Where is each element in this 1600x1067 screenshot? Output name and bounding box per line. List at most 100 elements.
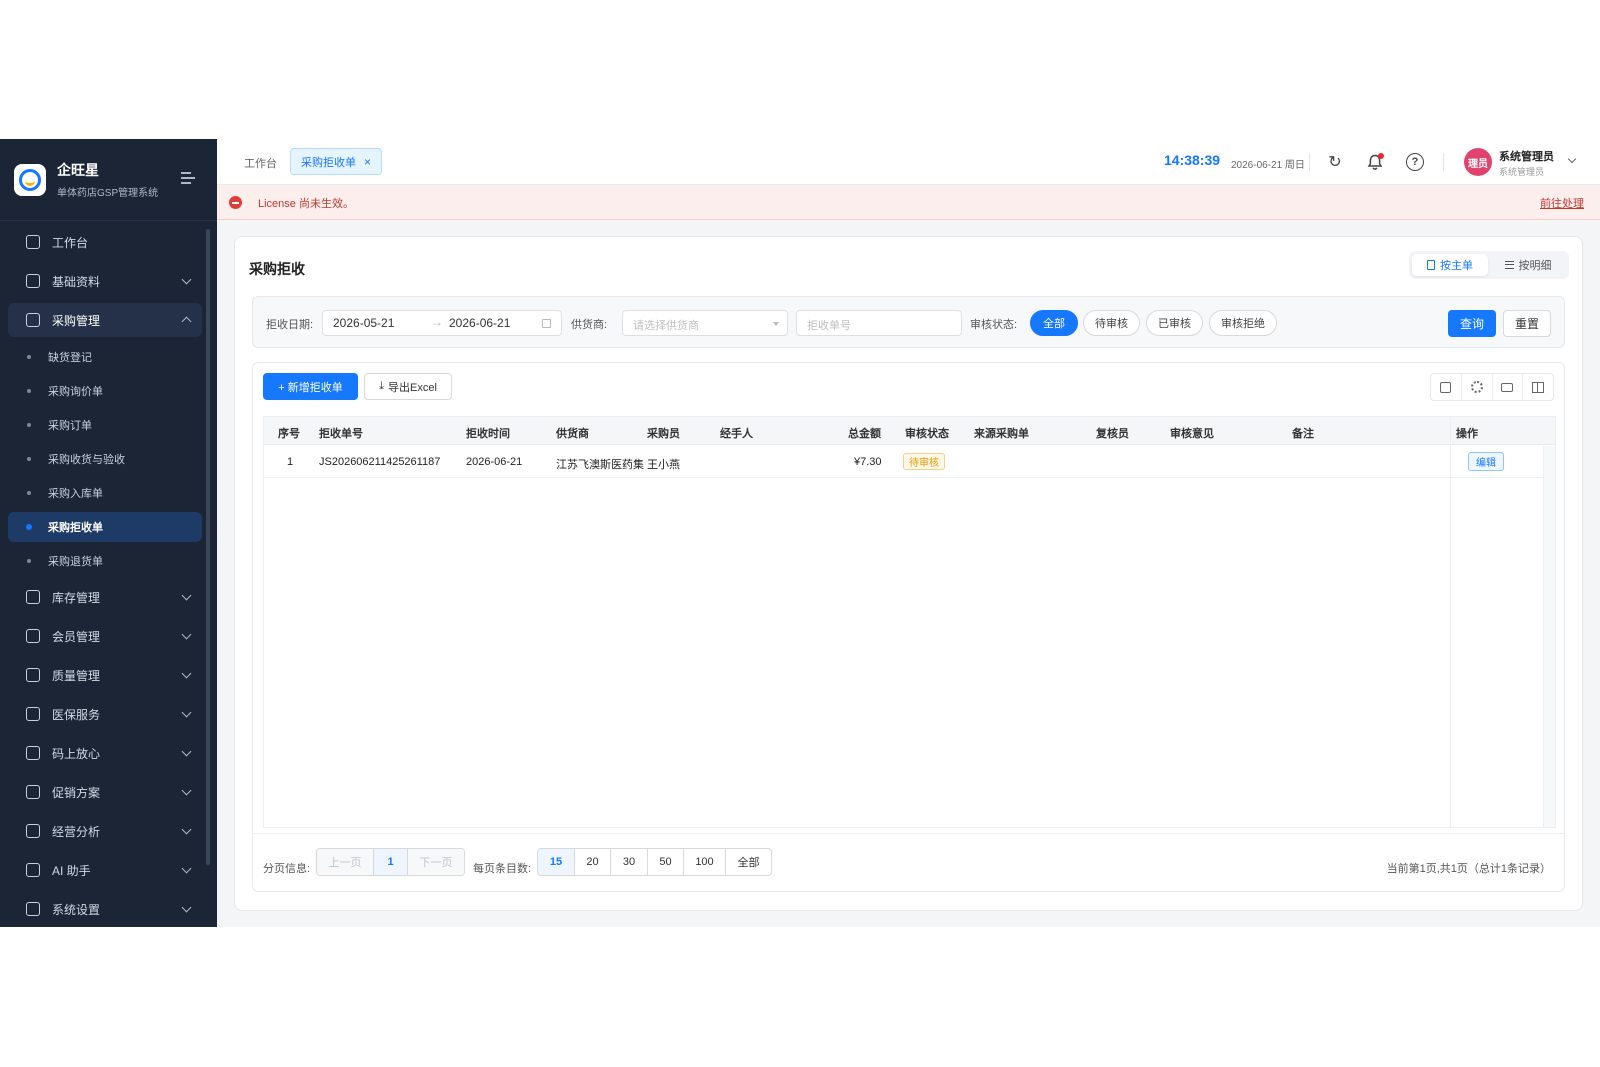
sidebar-item-insurance[interactable]: 医保服务 bbox=[8, 697, 202, 731]
sidebar-item-label: 系统设置 bbox=[52, 902, 101, 917]
bell-icon[interactable] bbox=[1365, 152, 1385, 172]
page-size-option[interactable]: 100 bbox=[684, 849, 726, 875]
tab-label: 采购拒收单 bbox=[301, 156, 356, 169]
sidebar-item-label: AI 助手 bbox=[52, 863, 91, 878]
print-icon[interactable] bbox=[1493, 374, 1524, 400]
sidebar-item-inventory[interactable]: 库存管理 bbox=[8, 580, 202, 614]
export-excel-label: 导出Excel bbox=[387, 381, 437, 394]
robot-icon bbox=[26, 863, 40, 877]
brand: 企旺星 单体药店GSP管理系统 bbox=[0, 139, 217, 221]
status-filter-all[interactable]: 全部 bbox=[1030, 310, 1078, 336]
cell-supplier: 江苏飞澳斯医药集 bbox=[556, 459, 644, 471]
add-rejection-button[interactable]: + 新增拒收单 bbox=[263, 373, 358, 400]
chevron-down-icon bbox=[181, 590, 192, 601]
user-name[interactable]: 系统管理员 bbox=[1499, 148, 1554, 164]
page-size-option[interactable]: 全部 bbox=[726, 849, 771, 875]
settings-icon[interactable] bbox=[1462, 374, 1493, 400]
page-size-option[interactable]: 20 bbox=[575, 849, 611, 875]
table-panel: + 新增拒收单 ⤓ 导出Excel 序号 拒收单号 拒收时间 供货商 采购员 经… bbox=[252, 362, 1566, 892]
sidebar-subitem-rejection[interactable]: 采购拒收单 bbox=[8, 512, 202, 542]
sidebar-item-trace-code[interactable]: 码上放心 bbox=[8, 736, 202, 770]
sidebar-item-workbench[interactable]: 工作台 bbox=[8, 225, 202, 259]
sidebar-item-label: 医保服务 bbox=[52, 707, 101, 722]
license-alert: License 尚未生效。 前往处理 bbox=[217, 185, 1600, 220]
status-filter-approved[interactable]: 已审核 bbox=[1146, 310, 1203, 336]
sidebar-item-promotion[interactable]: 促销方案 bbox=[8, 775, 202, 809]
page-size-option[interactable]: 15 bbox=[538, 849, 575, 875]
sidebar-item-basic-data[interactable]: 基础资料 bbox=[8, 264, 202, 298]
chevron-down-icon bbox=[181, 746, 192, 757]
next-page-button[interactable]: 下一页 bbox=[408, 849, 464, 875]
error-icon bbox=[229, 196, 242, 209]
caret-down-icon bbox=[773, 322, 779, 326]
rejection-number-input[interactable]: 拒收单号 bbox=[796, 310, 962, 336]
view-mode-toggle: 按主单 按明细 bbox=[1409, 251, 1569, 279]
date-start[interactable]: 2026-05-21 bbox=[333, 316, 394, 330]
sidebar-item-label: 促销方案 bbox=[52, 785, 101, 800]
status-filter-pending[interactable]: 待审核 bbox=[1083, 310, 1140, 336]
sidebar-item-settings[interactable]: 系统设置 bbox=[8, 892, 202, 926]
prev-page-button[interactable]: 上一页 bbox=[317, 849, 374, 875]
sidebar-item-analysis[interactable]: 经营分析 bbox=[8, 814, 202, 848]
document-icon bbox=[1427, 260, 1435, 270]
query-button[interactable]: 查询 bbox=[1448, 310, 1496, 337]
sidebar-scrollbar[interactable] bbox=[206, 229, 210, 865]
sidebar-item-quality[interactable]: 质量管理 bbox=[8, 658, 202, 692]
divider bbox=[1443, 153, 1444, 171]
view-by-main-button[interactable]: 按主单 bbox=[1412, 254, 1488, 276]
supplier-select[interactable]: 请选择供货商 bbox=[622, 310, 788, 336]
page-size-option[interactable]: 50 bbox=[648, 849, 684, 875]
sidebar-subitem-return[interactable]: 采购退货单 bbox=[8, 546, 202, 576]
tab-workbench[interactable]: 工作台 bbox=[244, 155, 277, 171]
date-range-picker[interactable]: 2026-05-21 → 2026-06-21 bbox=[322, 310, 562, 336]
help-icon[interactable]: ? bbox=[1405, 152, 1425, 172]
cell-time: 2026-06-21 bbox=[466, 456, 523, 468]
chevron-down-icon[interactable] bbox=[1567, 154, 1577, 164]
chevron-down-icon bbox=[181, 629, 192, 640]
download-icon: ⤓ bbox=[379, 380, 384, 392]
chevron-down-icon bbox=[181, 274, 192, 285]
col-source: 来源采购单 bbox=[974, 428, 1029, 440]
arrow-right-icon: → bbox=[431, 315, 443, 329]
refresh-icon[interactable]: ↻ bbox=[1325, 152, 1345, 172]
view-by-detail-button[interactable]: 按明细 bbox=[1490, 254, 1566, 276]
page-number-button[interactable]: 1 bbox=[374, 849, 408, 875]
sidebar-item-ai-assistant[interactable]: AI 助手 bbox=[8, 853, 202, 887]
reset-button[interactable]: 重置 bbox=[1503, 310, 1551, 337]
sidebar-menu: 工作台 基础资料 采购管理 缺货登记 采购询价单 采购订单 采购收货与验收 采购… bbox=[0, 225, 210, 931]
collapse-menu-icon[interactable] bbox=[181, 172, 195, 184]
close-icon[interactable]: × bbox=[364, 155, 371, 169]
sidebar-subitem-order[interactable]: 采购订单 bbox=[8, 410, 202, 440]
divider bbox=[1450, 417, 1451, 829]
col-buyer: 采购员 bbox=[647, 428, 680, 440]
tab-purchase-rejection[interactable]: 采购拒收单 × bbox=[290, 148, 383, 175]
notification-dot bbox=[1378, 153, 1384, 159]
status-filter-rejected[interactable]: 审核拒绝 bbox=[1209, 310, 1277, 336]
app-logo bbox=[14, 163, 46, 196]
sidebar-item-label: 工作台 bbox=[52, 235, 89, 250]
columns-icon[interactable] bbox=[1523, 374, 1553, 400]
alert-action-link[interactable]: 前往处理 bbox=[1540, 195, 1584, 211]
sidebar-subitem-receipt[interactable]: 采购收货与验收 bbox=[8, 444, 202, 474]
table-tools bbox=[1430, 373, 1554, 401]
sidebar-item-members[interactable]: 会员管理 bbox=[8, 619, 202, 653]
table-row[interactable]: 1 JS202606211425261187 2026-06-21 江苏飞澳斯医… bbox=[264, 446, 1555, 478]
sidebar-subitem-shortage[interactable]: 缺货登记 bbox=[8, 342, 202, 372]
sidebar-item-label: 会员管理 bbox=[52, 629, 101, 644]
sidebar-subitem-inquiry[interactable]: 采购询价单 bbox=[8, 376, 202, 406]
cell-buyer: 王小燕 bbox=[647, 459, 680, 471]
avatar[interactable]: 理员 bbox=[1464, 148, 1492, 176]
fullscreen-icon[interactable] bbox=[1431, 374, 1462, 400]
filter-bar: 拒收日期: 2026-05-21 → 2026-06-21 供货商: 请选择供货… bbox=[252, 296, 1565, 348]
page-size-option[interactable]: 30 bbox=[611, 849, 648, 875]
sidebar-subitem-inbound[interactable]: 采购入库单 bbox=[8, 478, 202, 508]
edit-button[interactable]: 编辑 bbox=[1468, 452, 1504, 471]
grid-icon bbox=[26, 274, 40, 288]
brand-name: 企旺星 bbox=[57, 162, 99, 178]
sidebar-item-label: 库存管理 bbox=[52, 590, 101, 605]
status-badge: 待审核 bbox=[903, 453, 945, 470]
export-excel-button[interactable]: ⤓ 导出Excel bbox=[364, 373, 452, 400]
date-end[interactable]: 2026-06-21 bbox=[449, 316, 510, 330]
table-scrollbar[interactable] bbox=[1543, 446, 1555, 827]
sidebar-item-purchase[interactable]: 采购管理 bbox=[8, 303, 202, 337]
